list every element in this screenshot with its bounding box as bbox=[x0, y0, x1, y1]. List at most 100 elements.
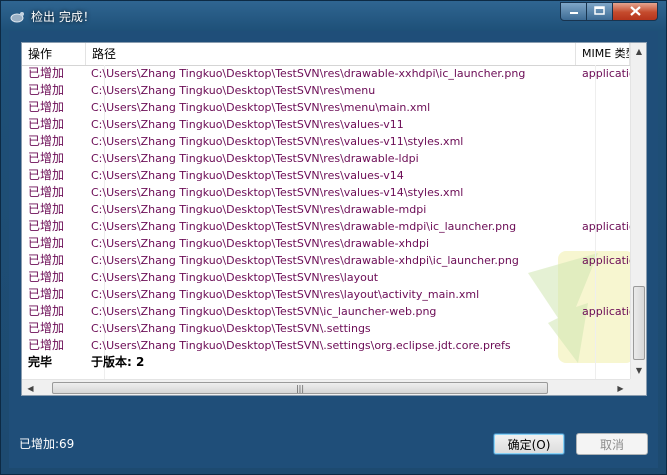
table-row[interactable]: 已增加 C:\Users\Zhang Tingkuo\Desktop\TestSV… bbox=[22, 252, 630, 269]
scrollbar-corner bbox=[630, 379, 646, 395]
mime-cell: application bbox=[582, 254, 630, 267]
mime-cell bbox=[582, 320, 630, 337]
path-cell: C:\Users\Zhang Tingkuo\Desktop\TestSVN\r… bbox=[91, 118, 404, 131]
horizontal-scrollbar[interactable]: ◀ ||| ▶ bbox=[22, 379, 630, 395]
path-cell: C:\Users\Zhang Tingkuo\Desktop\TestSVN\r… bbox=[91, 186, 464, 199]
ok-button[interactable]: 确定(O) bbox=[493, 433, 565, 455]
mime-cell bbox=[582, 167, 630, 184]
table-row[interactable]: 已增加 C:\Users\Zhang Tingkuo\Desktop\TestSV… bbox=[22, 201, 630, 218]
operation-cell: 已增加 bbox=[28, 202, 65, 216]
mime-cell bbox=[582, 184, 630, 201]
horizontal-scroll-thumb[interactable]: ||| bbox=[52, 382, 548, 394]
path-cell: C:\Users\Zhang Tingkuo\Desktop\TestSVN\r… bbox=[91, 101, 431, 114]
path-cell: C:\Users\Zhang Tingkuo\Desktop\TestSVN\r… bbox=[91, 220, 517, 233]
operation-cell: 已增加 bbox=[28, 253, 65, 267]
cancel-button[interactable]: 取消 bbox=[576, 433, 648, 455]
operation-cell: 已增加 bbox=[28, 185, 65, 199]
mime-cell bbox=[582, 150, 630, 167]
grip-icon: ||| bbox=[295, 383, 305, 393]
path-cell: C:\Users\Zhang Tingkuo\Desktop\TestSVN\r… bbox=[91, 237, 430, 250]
mime-cell bbox=[582, 82, 630, 99]
table-row[interactable]: 已增加 C:\Users\Zhang Tingkuo\Desktop\TestSV… bbox=[22, 286, 630, 303]
scroll-up-button[interactable]: ▲ bbox=[631, 43, 646, 60]
mime-cell bbox=[582, 286, 630, 303]
table-row[interactable]: 已增加 C:\Users\Zhang Tingkuo\Desktop\TestSV… bbox=[22, 218, 630, 235]
path-cell: C:\Users\Zhang Tingkuo\Desktop\TestSVN\r… bbox=[91, 203, 427, 216]
column-header-path[interactable]: 路径 bbox=[86, 43, 576, 65]
mime-cell bbox=[582, 269, 630, 286]
operation-cell: 已增加 bbox=[28, 151, 65, 165]
operation-cell: 已增加 bbox=[28, 117, 65, 131]
path-cell: C:\Users\Zhang Tingkuo\Desktop\TestSVN\r… bbox=[91, 135, 464, 148]
minimize-button[interactable] bbox=[560, 2, 587, 21]
vertical-scrollbar[interactable]: ▲ ▼ bbox=[630, 43, 646, 379]
chevron-right-icon: ▶ bbox=[617, 383, 624, 393]
table-row-completed[interactable]: 完毕 于版本: 2 bbox=[22, 354, 630, 371]
operation-cell: 已增加 bbox=[28, 168, 65, 182]
chevron-down-icon: ▼ bbox=[635, 366, 643, 375]
path-cell: C:\Users\Zhang Tingkuo\Desktop\TestSVN\r… bbox=[91, 271, 379, 284]
close-button[interactable] bbox=[612, 2, 658, 21]
path-cell: C:\Users\Zhang Tingkuo\Desktop\TestSVN\r… bbox=[91, 169, 404, 182]
scroll-right-button[interactable]: ▶ bbox=[612, 380, 629, 395]
path-cell: C:\Users\Zhang Tingkuo\Desktop\TestSVN\r… bbox=[91, 254, 519, 267]
table-row[interactable]: 已增加 C:\Users\Zhang Tingkuo\Desktop\TestSV… bbox=[22, 65, 630, 82]
tortoise-app-icon bbox=[9, 8, 25, 24]
list-header: 操作 路径 MIME 类型 bbox=[22, 43, 630, 66]
checkout-results-list[interactable]: 操作 路径 MIME 类型 已增加 C:\Users\Zhang Tingkuo\… bbox=[21, 42, 647, 396]
operation-cell: 已增加 bbox=[28, 100, 65, 114]
column-header-mime[interactable]: MIME 类型 bbox=[576, 43, 630, 65]
checkout-dialog: 检出 完成！ 操作 路径 MIME 类型 bbox=[0, 0, 667, 475]
mime-cell: application bbox=[582, 220, 630, 233]
table-row[interactable]: 已增加 C:\Users\Zhang Tingkuo\Desktop\TestSV… bbox=[22, 167, 630, 184]
table-row[interactable]: 已增加 C:\Users\Zhang Tingkuo\Desktop\TestSV… bbox=[22, 99, 630, 116]
path-cell: C:\Users\Zhang Tingkuo\Desktop\TestSVN\i… bbox=[91, 305, 437, 318]
operation-cell: 已增加 bbox=[28, 321, 65, 335]
maximize-button[interactable] bbox=[586, 2, 613, 21]
added-count-status: 已增加:69 bbox=[19, 437, 75, 451]
mime-cell bbox=[582, 133, 630, 150]
title-bar[interactable]: 检出 完成！ bbox=[1, 1, 666, 31]
mime-cell bbox=[582, 337, 630, 354]
maximize-icon bbox=[594, 5, 605, 18]
mime-cell bbox=[582, 201, 630, 218]
path-cell: C:\Users\Zhang Tingkuo\Desktop\TestSVN\.… bbox=[91, 339, 511, 352]
operation-cell: 已增加 bbox=[28, 83, 65, 97]
table-row[interactable]: 已增加 C:\Users\Zhang Tingkuo\Desktop\TestSV… bbox=[22, 150, 630, 167]
mime-cell bbox=[582, 235, 630, 252]
minimize-icon bbox=[569, 5, 579, 18]
scroll-down-button[interactable]: ▼ bbox=[631, 362, 646, 379]
table-row[interactable]: 已增加 C:\Users\Zhang Tingkuo\Desktop\TestSV… bbox=[22, 184, 630, 201]
path-cell: C:\Users\Zhang Tingkuo\Desktop\TestSVN\r… bbox=[91, 84, 376, 97]
table-row[interactable]: 已增加 C:\Users\Zhang Tingkuo\Desktop\TestSV… bbox=[22, 235, 630, 252]
chevron-up-icon: ▲ bbox=[635, 47, 643, 56]
list-rows: 已增加 C:\Users\Zhang Tingkuo\Desktop\TestSV… bbox=[22, 65, 630, 371]
path-cell: 于版本: 2 bbox=[91, 355, 145, 369]
path-cell: C:\Users\Zhang Tingkuo\Desktop\TestSVN\r… bbox=[91, 67, 526, 80]
mime-cell: application bbox=[582, 305, 630, 318]
operation-cell: 完毕 bbox=[28, 355, 53, 369]
close-icon bbox=[629, 5, 641, 19]
operation-cell: 已增加 bbox=[28, 236, 65, 250]
mime-cell bbox=[582, 99, 630, 116]
column-header-operation[interactable]: 操作 bbox=[22, 43, 86, 65]
operation-cell: 已增加 bbox=[28, 304, 65, 318]
operation-cell: 已增加 bbox=[28, 134, 65, 148]
scroll-left-button[interactable]: ◀ bbox=[22, 380, 39, 395]
dialog-client: 操作 路径 MIME 类型 已增加 C:\Users\Zhang Tingkuo\… bbox=[9, 31, 658, 468]
table-row[interactable]: 已增加 C:\Users\Zhang Tingkuo\Desktop\TestSV… bbox=[22, 133, 630, 150]
vertical-scroll-thumb[interactable] bbox=[633, 286, 645, 360]
path-cell: C:\Users\Zhang Tingkuo\Desktop\TestSVN\.… bbox=[91, 322, 371, 335]
operation-cell: 已增加 bbox=[28, 338, 65, 352]
table-row[interactable]: 已增加 C:\Users\Zhang Tingkuo\Desktop\TestSV… bbox=[22, 269, 630, 286]
table-row[interactable]: 已增加 C:\Users\Zhang Tingkuo\Desktop\TestSV… bbox=[22, 303, 630, 320]
table-row[interactable]: 已增加 C:\Users\Zhang Tingkuo\Desktop\TestSV… bbox=[22, 337, 630, 354]
table-row[interactable]: 已增加 C:\Users\Zhang Tingkuo\Desktop\TestSV… bbox=[22, 320, 630, 337]
chevron-left-icon: ◀ bbox=[27, 383, 34, 393]
table-row[interactable]: 已增加 C:\Users\Zhang Tingkuo\Desktop\TestSV… bbox=[22, 116, 630, 133]
operation-cell: 已增加 bbox=[28, 219, 65, 233]
operation-cell: 已增加 bbox=[28, 287, 65, 301]
window-title: 检出 完成！ bbox=[31, 10, 95, 24]
table-row[interactable]: 已增加 C:\Users\Zhang Tingkuo\Desktop\TestSV… bbox=[22, 82, 630, 99]
path-cell: C:\Users\Zhang Tingkuo\Desktop\TestSVN\r… bbox=[91, 152, 419, 165]
